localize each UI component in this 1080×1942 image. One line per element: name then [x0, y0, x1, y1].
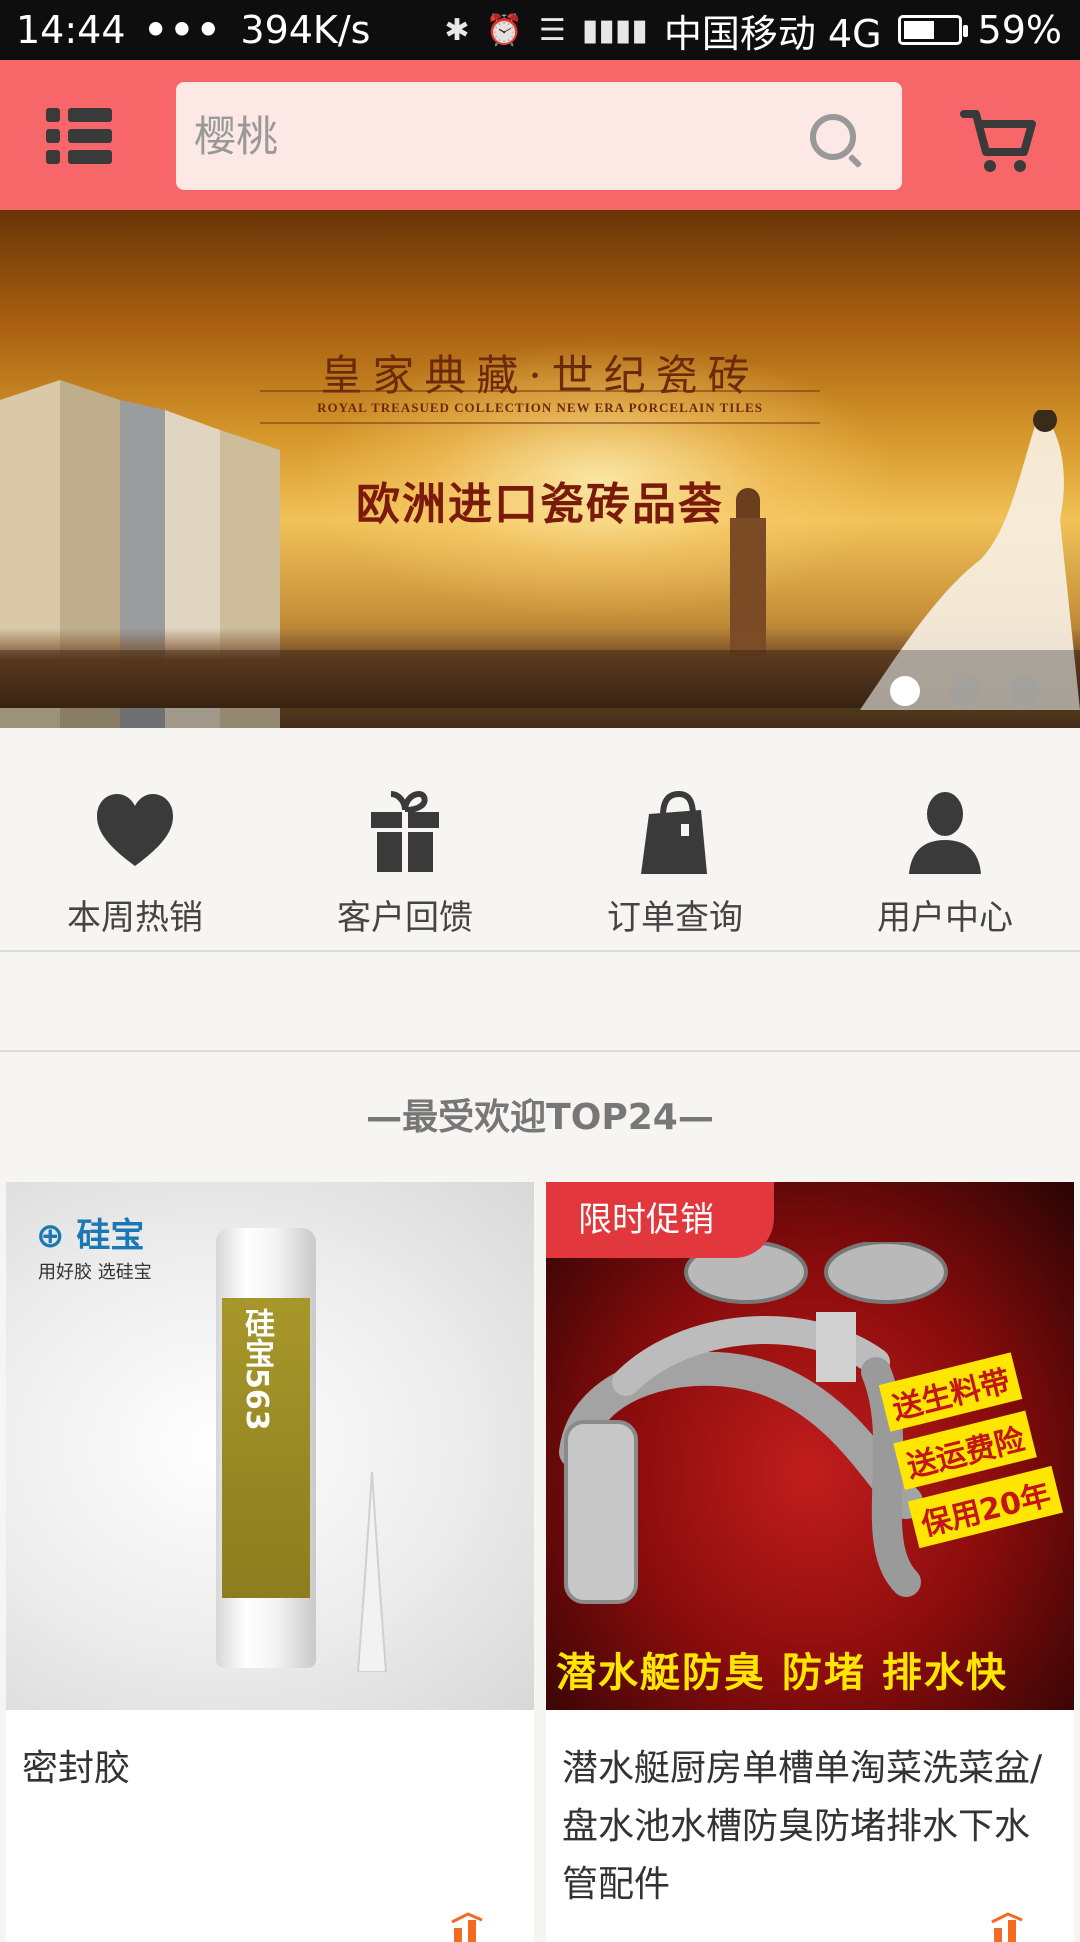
carousel-dot[interactable] [950, 676, 980, 706]
signal-icon: ▮▮▮▮ [581, 12, 648, 48]
sealant-tube-image: 硅宝563 [216, 1228, 316, 1668]
notification-icon: ☰ [538, 12, 566, 48]
brand-slogan: 用好胶 选硅宝 [38, 1262, 152, 1283]
status-time: 14:44 [16, 8, 126, 52]
app-header [0, 60, 1080, 210]
product-image-caption: 潜水艇防臭 防堵 排水快 [556, 1650, 1008, 1696]
status-dots: ••• [143, 8, 223, 52]
status-carrier: 中国移动 4G [663, 11, 882, 56]
quick-nav-label: 客户回馈 [337, 898, 473, 938]
product-image[interactable]: 送生料带 送运费险 保用20年 潜水艇防臭 防堵 排水快 限时促销 [546, 1182, 1074, 1710]
promo-banner[interactable]: 皇家典藏·世纪瓷砖 ROYAL TREASUED COLLECTION NEW … [0, 210, 1080, 728]
sales-chart-icon [991, 1912, 1023, 1942]
carousel-dot[interactable] [1010, 676, 1040, 706]
menu-list-icon[interactable] [46, 104, 112, 168]
carousel-dot[interactable] [890, 676, 920, 706]
cart-icon[interactable] [960, 104, 1036, 176]
banner-title: 皇家典藏·世纪瓷砖 [320, 351, 760, 400]
status-speed: 394K/s [240, 8, 371, 52]
banner-subtitle: ROYAL TREASUED COLLECTION NEW ERA PORCEL… [317, 400, 763, 415]
brand-logo: ⊕ 硅宝 [36, 1216, 145, 1256]
quick-nav-hot-sales[interactable]: 本周热销 [0, 728, 270, 950]
nozzle-image [356, 1472, 388, 1672]
product-image[interactable]: ⊕ 硅宝 用好胶 选硅宝 硅宝563 [6, 1182, 534, 1710]
quick-nav-orders[interactable]: 订单查询 [540, 728, 810, 950]
carousel-indicator[interactable] [890, 676, 1040, 706]
banner-divider [260, 422, 820, 424]
gift-icon [371, 790, 439, 872]
alarm-icon: ⏰ [485, 12, 523, 48]
search-icon[interactable] [810, 114, 856, 160]
heart-icon [97, 794, 173, 866]
product-name: 潜水艇厨房单槽单淘菜洗菜盆/盘水池水槽防臭防堵排水下水管配件 [562, 1748, 1043, 1905]
banner-divider [260, 390, 820, 392]
product-name: 密封胶 [22, 1748, 131, 1789]
quick-nav-label: 订单查询 [607, 898, 743, 938]
quick-nav-feedback[interactable]: 客户回馈 [270, 728, 540, 950]
quick-nav-user-center[interactable]: 用户中心 [810, 728, 1080, 950]
section-divider [0, 952, 1080, 1052]
user-icon [909, 792, 981, 874]
promo-badge: 限时促销 [546, 1182, 774, 1258]
battery-icon [897, 15, 968, 45]
quick-nav-label: 本周热销 [67, 898, 203, 938]
quick-nav: 本周热销 客户回馈 订单查询 用户中心 [0, 728, 1080, 952]
search-box[interactable] [176, 82, 902, 190]
sales-chart-icon [451, 1912, 483, 1942]
status-bar: 14:44 ••• 394K/s ✱ ⏰ ☰ ▮▮▮▮ 中国移动 4G 59% [0, 0, 1080, 60]
section-title: —最受欢迎TOP24— [366, 1097, 714, 1138]
product-card[interactable]: 送生料带 送运费险 保用20年 潜水艇防臭 防堵 排水快 限时促销 潜水艇厨房单… [546, 1182, 1074, 1942]
bluetooth-icon: ✱ [444, 12, 470, 48]
search-input[interactable] [176, 82, 776, 190]
quick-nav-label: 用户中心 [877, 898, 1013, 938]
banner-headline: 欧洲进口瓷砖品荟 [356, 479, 724, 530]
product-card[interactable]: ⊕ 硅宝 用好胶 选硅宝 硅宝563 密封胶 [6, 1182, 534, 1942]
shopping-bag-icon [641, 790, 707, 874]
tube-label: 硅宝563 [239, 1308, 274, 1431]
status-battery: 59% [977, 8, 1062, 52]
